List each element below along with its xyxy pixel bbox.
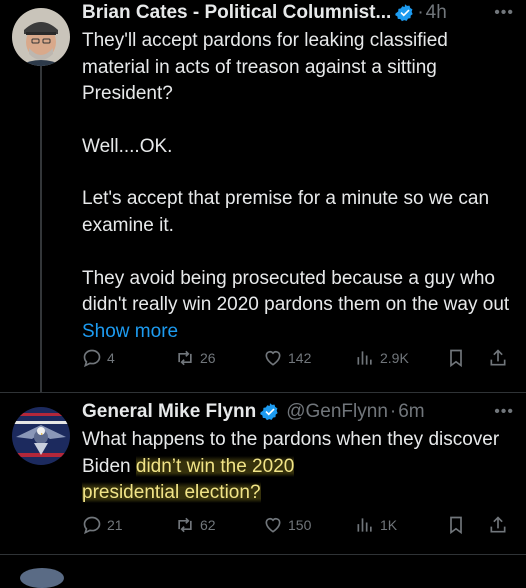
tweet-paragraph: They'll accept pardons for leaking class… (82, 30, 448, 105)
repost-icon (178, 350, 192, 366)
reply-button[interactable]: 4 (82, 348, 115, 368)
views-count: 2.9K (380, 350, 409, 366)
timestamp[interactable]: 6m (398, 399, 424, 425)
verified-badge-icon (395, 4, 414, 22)
tweet-header: Brian Cates - Political Columnist... · 4… (82, 0, 516, 26)
repost-count: 26 (200, 350, 216, 366)
reply-button[interactable]: 21 (82, 515, 123, 535)
avatar[interactable] (12, 407, 70, 465)
avatar-photo-icon (12, 8, 70, 66)
author-name[interactable]: Brian Cates - Political Columnist... (82, 0, 391, 26)
tweet-paragraph: Let's accept that premise for a minute s… (82, 188, 490, 236)
views-button[interactable]: 1K (355, 515, 397, 535)
show-more-link[interactable]: Show more (82, 321, 178, 342)
separator-dot: · (389, 401, 397, 422)
like-count: 142 (288, 350, 312, 366)
like-button[interactable]: 142 (263, 348, 311, 368)
more-options-icon[interactable]: ••• (494, 4, 514, 22)
tweet-text: What happens to the pardons when they di… (82, 427, 516, 507)
heart-icon (265, 350, 281, 366)
more-options-icon[interactable]: ••• (494, 403, 514, 421)
like-count: 150 (288, 517, 312, 533)
heart-icon (265, 517, 281, 533)
tweet-general-flynn[interactable]: General Mike Flynn @GenFlynn · 6m What h… (0, 393, 526, 553)
divider (0, 554, 526, 555)
share-button[interactable] (488, 348, 513, 368)
tweet-header: General Mike Flynn @GenFlynn · 6m (82, 399, 516, 425)
tweet-actions: 21 62 150 1K (82, 515, 510, 539)
tweet-paragraph-last: They avoid being prosecuted because a gu… (82, 266, 516, 346)
tweet-paragraph-text: They avoid being prosecuted because a gu… (82, 267, 510, 316)
tweet-brian-cates[interactable]: Brian Cates - Political Columnist... · 4… (0, 0, 526, 392)
share-icon (490, 516, 506, 533)
reply-icon (83, 349, 101, 368)
avatar[interactable] (12, 8, 70, 66)
bookmark-icon (450, 516, 462, 535)
bookmark-icon (450, 349, 462, 368)
views-chart-icon (357, 351, 372, 365)
share-icon (490, 349, 506, 366)
bookmark-button[interactable] (446, 348, 471, 368)
author-handle[interactable]: @GenFlynn (286, 399, 388, 425)
verified-badge-icon (260, 403, 278, 421)
highlighted-text: presidential election? (82, 482, 261, 504)
tweet-paragraph: Well....OK. (82, 135, 173, 157)
views-count: 1K (380, 517, 398, 533)
views-button[interactable]: 2.9K (355, 348, 409, 368)
repost-count: 62 (200, 517, 216, 533)
views-chart-icon (357, 518, 372, 532)
repost-button[interactable]: 62 (175, 515, 216, 535)
thread-connector-line (40, 66, 42, 392)
repost-button[interactable]: 26 (175, 348, 216, 368)
like-button[interactable]: 150 (263, 515, 311, 535)
highlighted-text: didn’t win the 2020 (135, 455, 295, 477)
timestamp[interactable]: 4h (426, 0, 447, 26)
avatar-next-tweet[interactable] (20, 568, 64, 588)
separator-dot: · (417, 2, 424, 23)
reply-count: 4 (107, 350, 115, 366)
tweet-text: They'll accept pardons for leaking class… (82, 28, 516, 345)
tweet-actions: 4 26 142 2.9K (82, 348, 510, 372)
eagle-flag-avatar-icon (12, 407, 70, 465)
repost-icon (178, 517, 192, 533)
author-name[interactable]: General Mike Flynn (82, 399, 256, 425)
reply-icon (83, 516, 101, 535)
bookmark-button[interactable] (446, 515, 471, 535)
share-button[interactable] (488, 515, 513, 535)
reply-count: 21 (107, 517, 123, 533)
